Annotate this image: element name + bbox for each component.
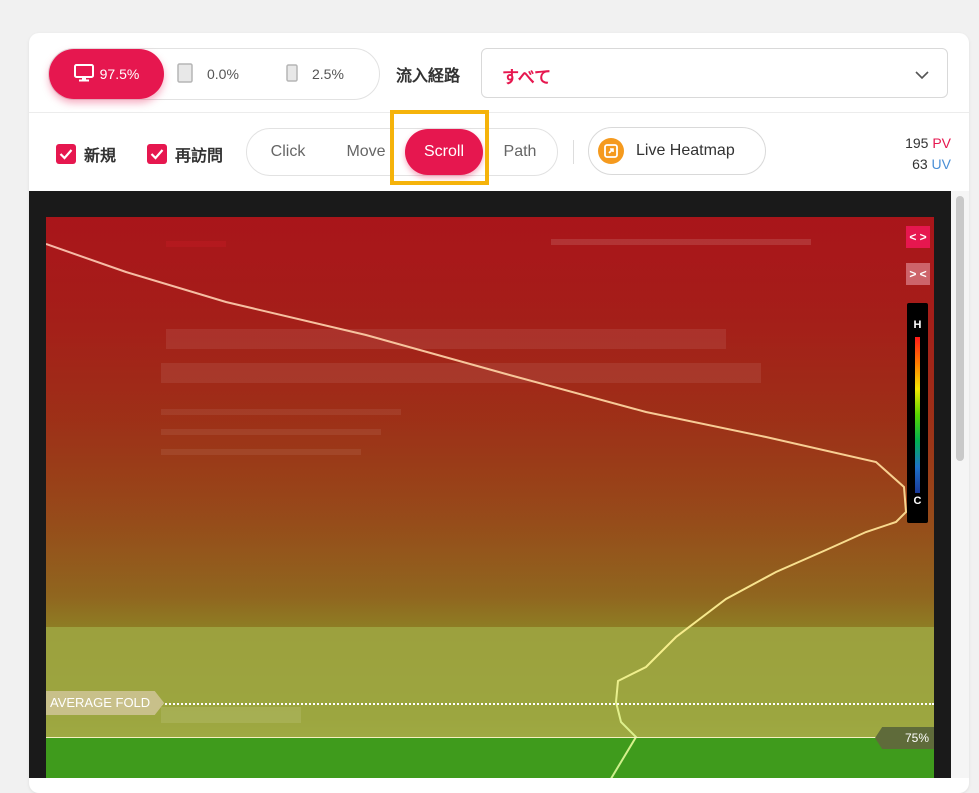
- average-fold-line: [46, 703, 934, 705]
- pv-count: 195: [905, 135, 929, 151]
- monitor-icon: [73, 63, 94, 85]
- source-dropdown[interactable]: すべて: [481, 48, 948, 98]
- tab-path[interactable]: Path: [487, 129, 553, 175]
- device-mobile-percent: 2.5%: [312, 66, 344, 82]
- returning-visitor-label: 再訪問: [175, 148, 224, 165]
- toolbar-separator: [573, 140, 574, 164]
- tablet-icon: [177, 62, 193, 86]
- legend-low-label: C: [913, 495, 922, 507]
- traffic-stats: 195 PV 63 UV: [905, 133, 951, 175]
- heat-legend: H C: [907, 303, 928, 523]
- average-fold-label: AVERAGE FOLD: [46, 691, 165, 715]
- source-label: 流入経路: [396, 68, 461, 85]
- device-selector: 97.5% 0.0% 2.5%: [48, 48, 380, 100]
- source-selected-value: すべて: [502, 68, 552, 87]
- scroll-reach-curve: [46, 243, 908, 778]
- legend-color-scale: [915, 337, 920, 493]
- tab-click[interactable]: Click: [247, 129, 329, 175]
- new-visitor-label: 新規: [84, 148, 117, 165]
- returning-visitor-checkbox[interactable]: 再訪問: [147, 142, 223, 166]
- pv-unit: PV: [932, 135, 951, 151]
- expand-width-button[interactable]: < >: [906, 226, 930, 248]
- live-heatmap-button[interactable]: Live Heatmap: [588, 127, 766, 175]
- device-tablet-button[interactable]: 0.0%: [177, 49, 239, 99]
- uv-count: 63: [912, 156, 928, 172]
- live-heatmap-label: Live Heatmap: [636, 142, 735, 159]
- new-visitor-checkbox[interactable]: 新規: [56, 142, 116, 166]
- device-desktop-percent: 97.5%: [99, 66, 140, 82]
- legend-high-label: H: [913, 319, 922, 331]
- scroll-tab-highlight: [390, 110, 489, 185]
- heatmap-viewport[interactable]: AVERAGE FOLD 75% < > > < H C: [29, 191, 951, 778]
- checkmark-icon: [147, 144, 167, 164]
- device-desktop-button[interactable]: 97.5%: [49, 49, 164, 99]
- device-tablet-percent: 0.0%: [207, 66, 239, 82]
- toolbar-divider: [29, 112, 969, 113]
- device-mobile-button[interactable]: 2.5%: [286, 49, 344, 99]
- uv-unit: UV: [931, 156, 951, 172]
- collapse-width-button[interactable]: > <: [906, 263, 930, 285]
- scroll-heatmap-canvas: AVERAGE FOLD 75% < > > < H C: [46, 217, 934, 778]
- chevron-down-icon: [915, 67, 929, 85]
- scrollbar-thumb[interactable]: [956, 196, 964, 461]
- live-heatmap-icon: [598, 138, 624, 164]
- threshold-75-line: [46, 737, 934, 738]
- threshold-75-badge: 75%: [875, 727, 934, 749]
- checkmark-icon: [56, 144, 76, 164]
- mobile-icon: [286, 63, 298, 85]
